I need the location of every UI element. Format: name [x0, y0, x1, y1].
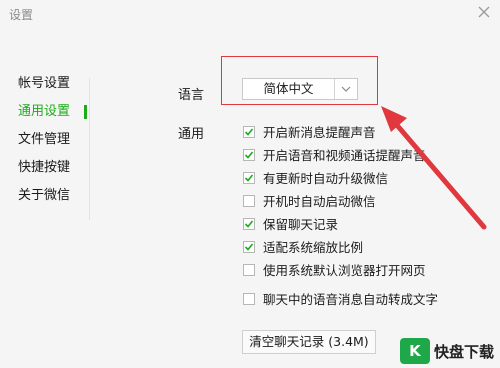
checkbox[interactable]: [243, 125, 255, 138]
option-label: 使用系统默认浏览器打开网页: [263, 263, 426, 278]
checkbox[interactable]: [243, 217, 255, 230]
checkmark-icon: [244, 219, 254, 228]
checkmark-icon: [244, 242, 254, 251]
language-label: 语言: [178, 88, 205, 103]
checkbox[interactable]: [243, 263, 255, 276]
window-title: 设置: [9, 8, 34, 22]
active-indicator: [84, 105, 87, 119]
language-dropdown-button[interactable]: [334, 79, 357, 99]
checkbox[interactable]: [243, 171, 255, 184]
clear-chat-history-button[interactable]: 清空聊天记录 (3.4M): [242, 330, 376, 354]
nav-divider: [89, 78, 90, 220]
watermark-text: 快盘下载: [433, 342, 494, 361]
checkbox[interactable]: [243, 194, 255, 207]
option-call-sound[interactable]: 开启语音和视频通话提醒声音: [243, 143, 438, 166]
option-label: 聊天中的语音消息自动转成文字: [263, 292, 439, 307]
language-select[interactable]: 简体中文: [242, 78, 358, 100]
language-value: 简体中文: [263, 81, 314, 96]
option-auto-update[interactable]: 有更新时自动升级微信: [243, 166, 438, 189]
chevron-down-icon: [341, 86, 351, 92]
checkmark-icon: [244, 150, 254, 159]
settings-nav: 帐号设置 通用设置 文件管理 快捷按键 关于微信: [18, 70, 87, 210]
close-icon: [478, 6, 490, 18]
option-system-scaling[interactable]: 适配系统缩放比例: [243, 235, 438, 258]
option-keep-chat-history[interactable]: 保留聊天记录: [243, 212, 438, 235]
watermark-logo: K 快盘下载: [399, 338, 494, 364]
watermark-badge: K: [399, 338, 430, 364]
checkmark-icon: [244, 173, 254, 182]
nav-item-general[interactable]: 通用设置: [18, 98, 87, 126]
option-voice-to-text[interactable]: 聊天中的语音消息自动转成文字: [243, 287, 438, 310]
nav-item-shortcuts[interactable]: 快捷按键: [18, 154, 70, 182]
option-launch-at-startup[interactable]: 开机时自动启动微信: [243, 189, 438, 212]
option-label: 开启新消息提醒声音: [263, 125, 376, 140]
close-button[interactable]: [474, 2, 494, 22]
option-default-browser[interactable]: 使用系统默认浏览器打开网页: [243, 258, 438, 281]
nav-item-about[interactable]: 关于微信: [18, 182, 70, 210]
option-label: 有更新时自动升级微信: [263, 171, 389, 186]
checkmark-icon: [244, 127, 254, 136]
option-label: 保留聊天记录: [263, 217, 339, 232]
option-new-message-sound[interactable]: 开启新消息提醒声音: [243, 120, 438, 143]
general-section-label: 通用: [178, 127, 205, 142]
nav-item-account[interactable]: 帐号设置: [18, 70, 70, 98]
option-label: 适配系统缩放比例: [263, 240, 364, 255]
checkbox[interactable]: [243, 148, 255, 161]
general-options: 开启新消息提醒声音 开启语音和视频通话提醒声音 有更新时自动升级微信 开机时自动…: [243, 120, 438, 310]
checkbox[interactable]: [243, 292, 255, 305]
checkbox[interactable]: [243, 240, 255, 253]
option-label: 开机时自动启动微信: [263, 194, 376, 209]
nav-item-file-management[interactable]: 文件管理: [18, 126, 70, 154]
option-label: 开启语音和视频通话提醒声音: [263, 148, 426, 163]
